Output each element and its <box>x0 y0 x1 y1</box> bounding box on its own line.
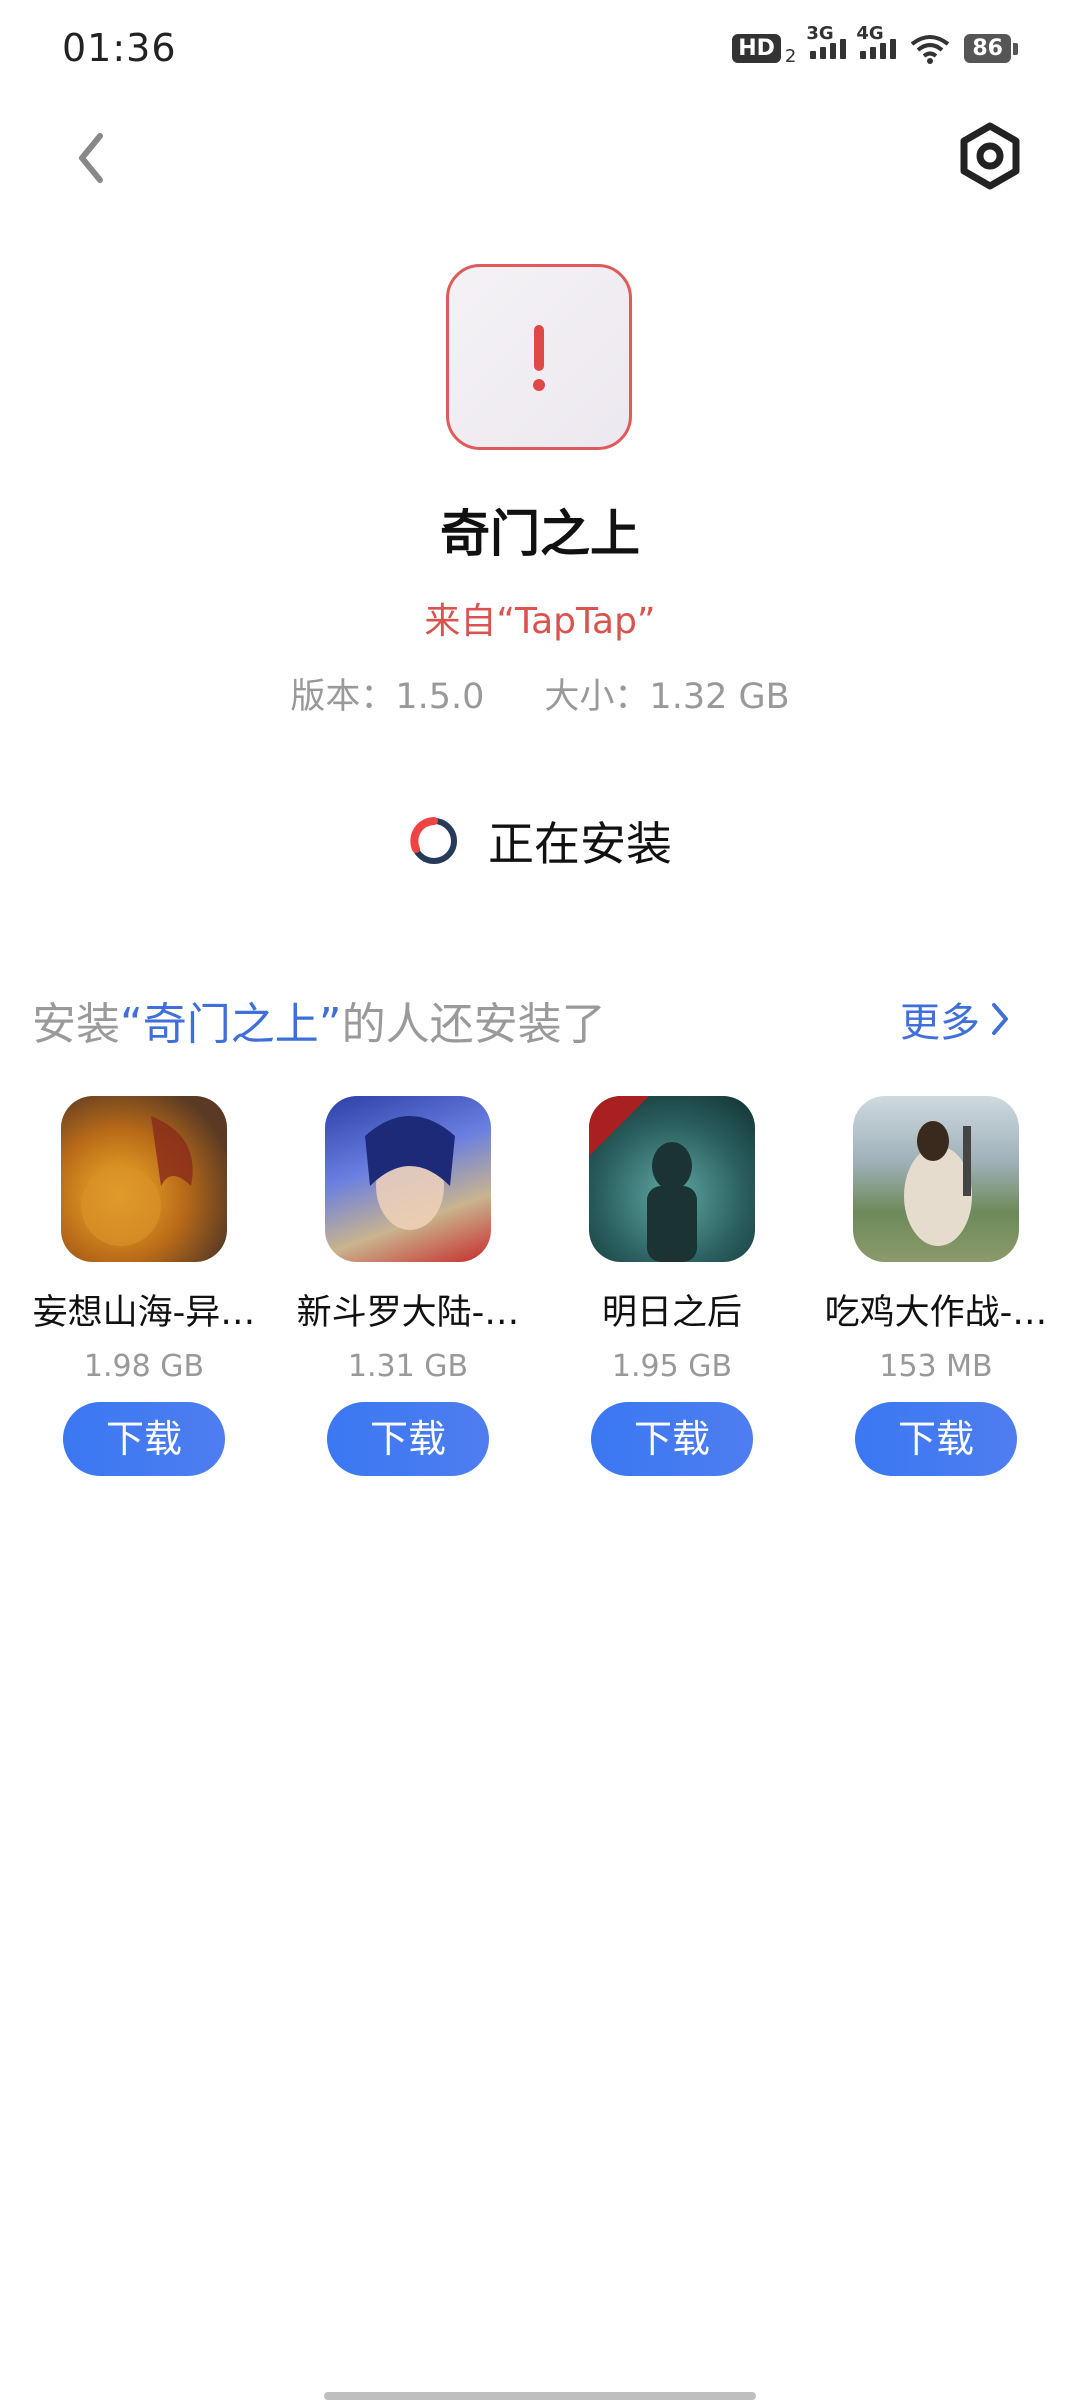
heading-quote-close: ” <box>318 999 342 1050</box>
app-version: 版本：1.5.0 <box>290 677 485 717</box>
dragon-game-icon[interactable] <box>61 1096 227 1262</box>
wifi-icon <box>911 34 950 64</box>
recommend-size: 1.98 GB <box>83 1349 205 1384</box>
app-icon <box>446 264 632 450</box>
status-icons: HD 2 3G 4G 86 <box>732 23 1018 67</box>
recommend-item[interactable]: 明日之后 1.95 GB 下载 <box>540 1096 804 1476</box>
recommend-name: 妄想山海-异… <box>32 1293 256 1333</box>
recommend-size: 1.31 GB <box>347 1349 469 1384</box>
recommend-name: 明日之后 <box>601 1293 742 1333</box>
signal-4g-icon: 4G <box>856 23 897 59</box>
signal-3g-label: 3G <box>806 22 834 44</box>
signal-3g-icon: 3G <box>806 23 847 59</box>
download-button[interactable]: 下载 <box>327 1402 489 1476</box>
battery-level: 86 <box>964 34 1011 63</box>
more-link[interactable]: 更多 <box>900 990 1010 1048</box>
install-status-text: 正在安装 <box>488 817 672 871</box>
status-bar: 01:36 HD 2 3G 4G 86 <box>0 0 1080 100</box>
recommend-size: 153 MB <box>879 1349 993 1384</box>
hd-voice-icon: HD <box>732 34 781 63</box>
anime-hero-game-icon[interactable] <box>325 1096 491 1262</box>
signal-4g-label: 4G <box>856 22 884 44</box>
app-title: 奇门之上 <box>440 505 640 563</box>
heading-app-name: 奇门之上 <box>142 999 319 1050</box>
install-status: 正在安装 <box>0 808 1080 874</box>
home-indicator[interactable] <box>324 2392 756 2400</box>
recommend-item[interactable]: 妄想山海-异… 1.98 GB 下载 <box>12 1096 276 1476</box>
recommend-heading: 安装“奇门之上”的人还安装了 <box>32 988 606 1052</box>
battery-icon: 86 <box>964 34 1018 63</box>
hd-sub-label: 2 <box>784 46 797 67</box>
recommend-item[interactable]: 吃鸡大作战-… 153 MB 下载 <box>804 1096 1068 1476</box>
heading-suffix: 的人还安装了 <box>341 999 606 1050</box>
recommend-name: 新斗罗大陆-… <box>296 1293 520 1333</box>
download-button[interactable]: 下载 <box>591 1402 753 1476</box>
heading-prefix: 安装 <box>32 999 120 1050</box>
download-button[interactable]: 下载 <box>63 1402 225 1476</box>
recommend-name: 吃鸡大作战-… <box>824 1293 1048 1333</box>
back-icon[interactable] <box>64 128 124 188</box>
heading-quote-open: “ <box>120 999 143 1050</box>
cow-game-icon[interactable] <box>853 1096 1019 1262</box>
app-meta: 版本：1.5.0 大小：1.32 GB <box>0 668 1080 719</box>
app-size: 大小：1.32 GB <box>544 677 790 717</box>
download-button[interactable]: 下载 <box>855 1402 1017 1476</box>
more-label[interactable]: 更多 <box>900 990 980 1048</box>
survival-game-icon[interactable] <box>589 1096 755 1262</box>
recommend-item[interactable]: 新斗罗大陆-… 1.31 GB 下载 <box>276 1096 540 1476</box>
status-time: 01:36 <box>62 26 177 70</box>
settings-icon[interactable] <box>956 122 1024 190</box>
recommend-size: 1.95 GB <box>611 1349 733 1384</box>
app-source: 来自“TapTap” <box>424 601 656 642</box>
chevron-right-icon <box>992 1003 1008 1035</box>
error-exclamation-icon <box>533 325 545 391</box>
loading-spinner-icon <box>410 817 457 864</box>
